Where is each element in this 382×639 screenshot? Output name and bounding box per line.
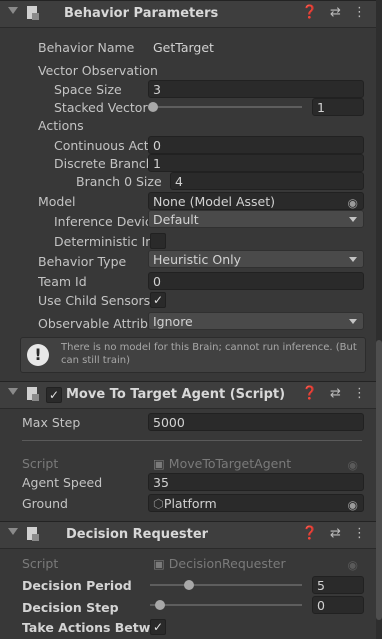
- object-picker-icon: ◉: [347, 558, 358, 572]
- use-child-sensors-label: Use Child Sensors: [38, 293, 151, 308]
- scrollbar-thumb[interactable]: [376, 340, 382, 620]
- script-value: MoveToTargetAgent: [168, 456, 292, 471]
- component-title: Decision Requester: [66, 527, 209, 542]
- use-child-sensors-checkbox[interactable]: ✓: [150, 292, 166, 308]
- decision-period-input[interactable]: 5: [312, 576, 364, 594]
- branch0-size-input[interactable]: 4: [170, 172, 364, 190]
- chevron-down-icon: [349, 217, 357, 222]
- prefab-icon: ⬡: [153, 496, 164, 511]
- observable-attribute-dropdown[interactable]: Ignore: [148, 312, 364, 330]
- script-file-icon: ▣: [153, 556, 169, 571]
- menu-icon[interactable]: ⋮: [353, 526, 366, 541]
- deterministic-inference-label: Deterministic Inf: [54, 234, 150, 249]
- behavior-type-dropdown[interactable]: Heuristic Only: [148, 250, 364, 268]
- component-enabled-checkbox[interactable]: ✓: [46, 387, 62, 403]
- team-id-label: Team Id: [38, 274, 87, 289]
- component-title: Move To Target Agent (Script): [66, 387, 286, 402]
- object-picker-icon[interactable]: ◉: [348, 194, 358, 209]
- foldout-arrow-icon[interactable]: [8, 7, 18, 14]
- decision-period-label: Decision Period: [22, 578, 132, 593]
- decision-step-slider-thumb[interactable]: [155, 600, 165, 610]
- ground-value: Platform: [163, 496, 217, 511]
- presets-icon[interactable]: ⇄: [330, 526, 341, 541]
- agent-speed-input[interactable]: 35: [148, 473, 364, 491]
- discrete-branches-input[interactable]: 1: [148, 154, 364, 172]
- behavior-name-input[interactable]: GetTarget: [148, 38, 364, 56]
- inference-device-value: Default: [153, 212, 199, 227]
- help-icon[interactable]: ❓: [302, 386, 318, 401]
- stacked-vectors-slider-track[interactable]: [150, 106, 302, 108]
- stacked-vectors-slider-thumb[interactable]: [148, 102, 158, 112]
- decision-period-slider-track[interactable]: [150, 584, 302, 586]
- observable-attribute-label: Observable Attribu: [38, 316, 150, 331]
- space-size-label: Space Size: [54, 82, 122, 97]
- presets-icon[interactable]: ⇄: [330, 386, 341, 401]
- script-component-icon: [27, 527, 39, 541]
- presets-icon[interactable]: ⇄: [330, 5, 341, 20]
- object-picker-icon: ◉: [347, 458, 358, 472]
- component-title: Behavior Parameters: [64, 6, 219, 21]
- script-file-icon: ▣: [153, 456, 169, 471]
- help-message: There is no model for this Brain; cannot…: [61, 342, 357, 366]
- decision-step-slider-track[interactable]: [150, 604, 302, 606]
- script-component-icon: [27, 6, 39, 20]
- inference-device-label: Inference Devic: [54, 214, 150, 229]
- script-object-field: ▣ MoveToTargetAgent ◉: [148, 454, 364, 472]
- max-step-input[interactable]: 5000: [148, 413, 364, 431]
- scrollbar-track[interactable]: [376, 0, 382, 639]
- model-object-field[interactable]: None (Model Asset) ◉: [148, 192, 364, 210]
- model-value: None (Model Asset): [153, 194, 276, 209]
- help-box: ! There is no model for this Brain; cann…: [20, 337, 366, 373]
- vector-observation-label[interactable]: Vector Observation: [38, 63, 158, 78]
- divider: [22, 440, 362, 441]
- chevron-down-icon: [349, 319, 357, 324]
- decision-step-input[interactable]: 0: [312, 596, 364, 614]
- continuous-actions-input[interactable]: 0: [148, 136, 364, 154]
- script-value: DecisionRequester: [168, 556, 286, 571]
- help-icon[interactable]: ❓: [302, 5, 318, 20]
- menu-icon[interactable]: ⋮: [353, 386, 366, 401]
- inference-device-dropdown[interactable]: Default: [148, 210, 364, 228]
- decision-step-label: Decision Step: [22, 600, 119, 615]
- warning-icon: !: [27, 344, 49, 366]
- agent-speed-label: Agent Speed: [22, 475, 103, 490]
- model-label: Model: [38, 194, 76, 209]
- stacked-vectors-input[interactable]: 1: [312, 98, 364, 116]
- move-to-target-header[interactable]: ✓ Move To Target Agent (Script) ❓ ⇄ ⋮: [0, 381, 376, 409]
- ground-label: Ground: [22, 496, 68, 511]
- stacked-vectors-label: Stacked Vector: [54, 100, 148, 115]
- continuous-actions-label: Continuous Acti: [54, 138, 150, 153]
- behavior-parameters-header[interactable]: Behavior Parameters ❓ ⇄ ⋮: [0, 0, 376, 28]
- decision-period-slider-thumb[interactable]: [184, 580, 194, 590]
- behavior-name-label: Behavior Name: [38, 40, 135, 55]
- decision-requester-header[interactable]: Decision Requester ❓ ⇄ ⋮: [0, 521, 376, 549]
- foldout-arrow-icon[interactable]: [8, 388, 18, 395]
- team-id-input[interactable]: 0: [148, 272, 364, 290]
- observable-attribute-value: Ignore: [153, 314, 193, 329]
- behavior-type-label: Behavior Type: [38, 254, 127, 269]
- deterministic-inference-checkbox[interactable]: [150, 233, 166, 249]
- foldout-arrow-icon[interactable]: [8, 528, 18, 535]
- object-picker-icon[interactable]: ◉: [348, 496, 358, 511]
- ground-object-field[interactable]: ⬡Platform ◉: [148, 494, 364, 512]
- discrete-branches-label: Discrete Branch: [54, 156, 150, 171]
- help-icon[interactable]: ❓: [302, 526, 318, 541]
- chevron-down-icon: [349, 257, 357, 262]
- script-component-icon: [27, 387, 39, 401]
- take-actions-label: Take Actions Betwee: [22, 620, 150, 635]
- actions-label[interactable]: Actions: [38, 118, 84, 133]
- take-actions-checkbox[interactable]: ✓: [150, 619, 166, 635]
- menu-icon[interactable]: ⋮: [353, 5, 366, 20]
- script-label: Script: [22, 556, 59, 571]
- space-size-input[interactable]: 3: [148, 80, 364, 98]
- max-step-label: Max Step: [22, 415, 81, 430]
- branch0-size-label: Branch 0 Size: [76, 174, 162, 189]
- behavior-type-value: Heuristic Only: [153, 252, 241, 267]
- script-object-field: ▣ DecisionRequester ◉: [148, 554, 364, 572]
- script-label: Script: [22, 456, 59, 471]
